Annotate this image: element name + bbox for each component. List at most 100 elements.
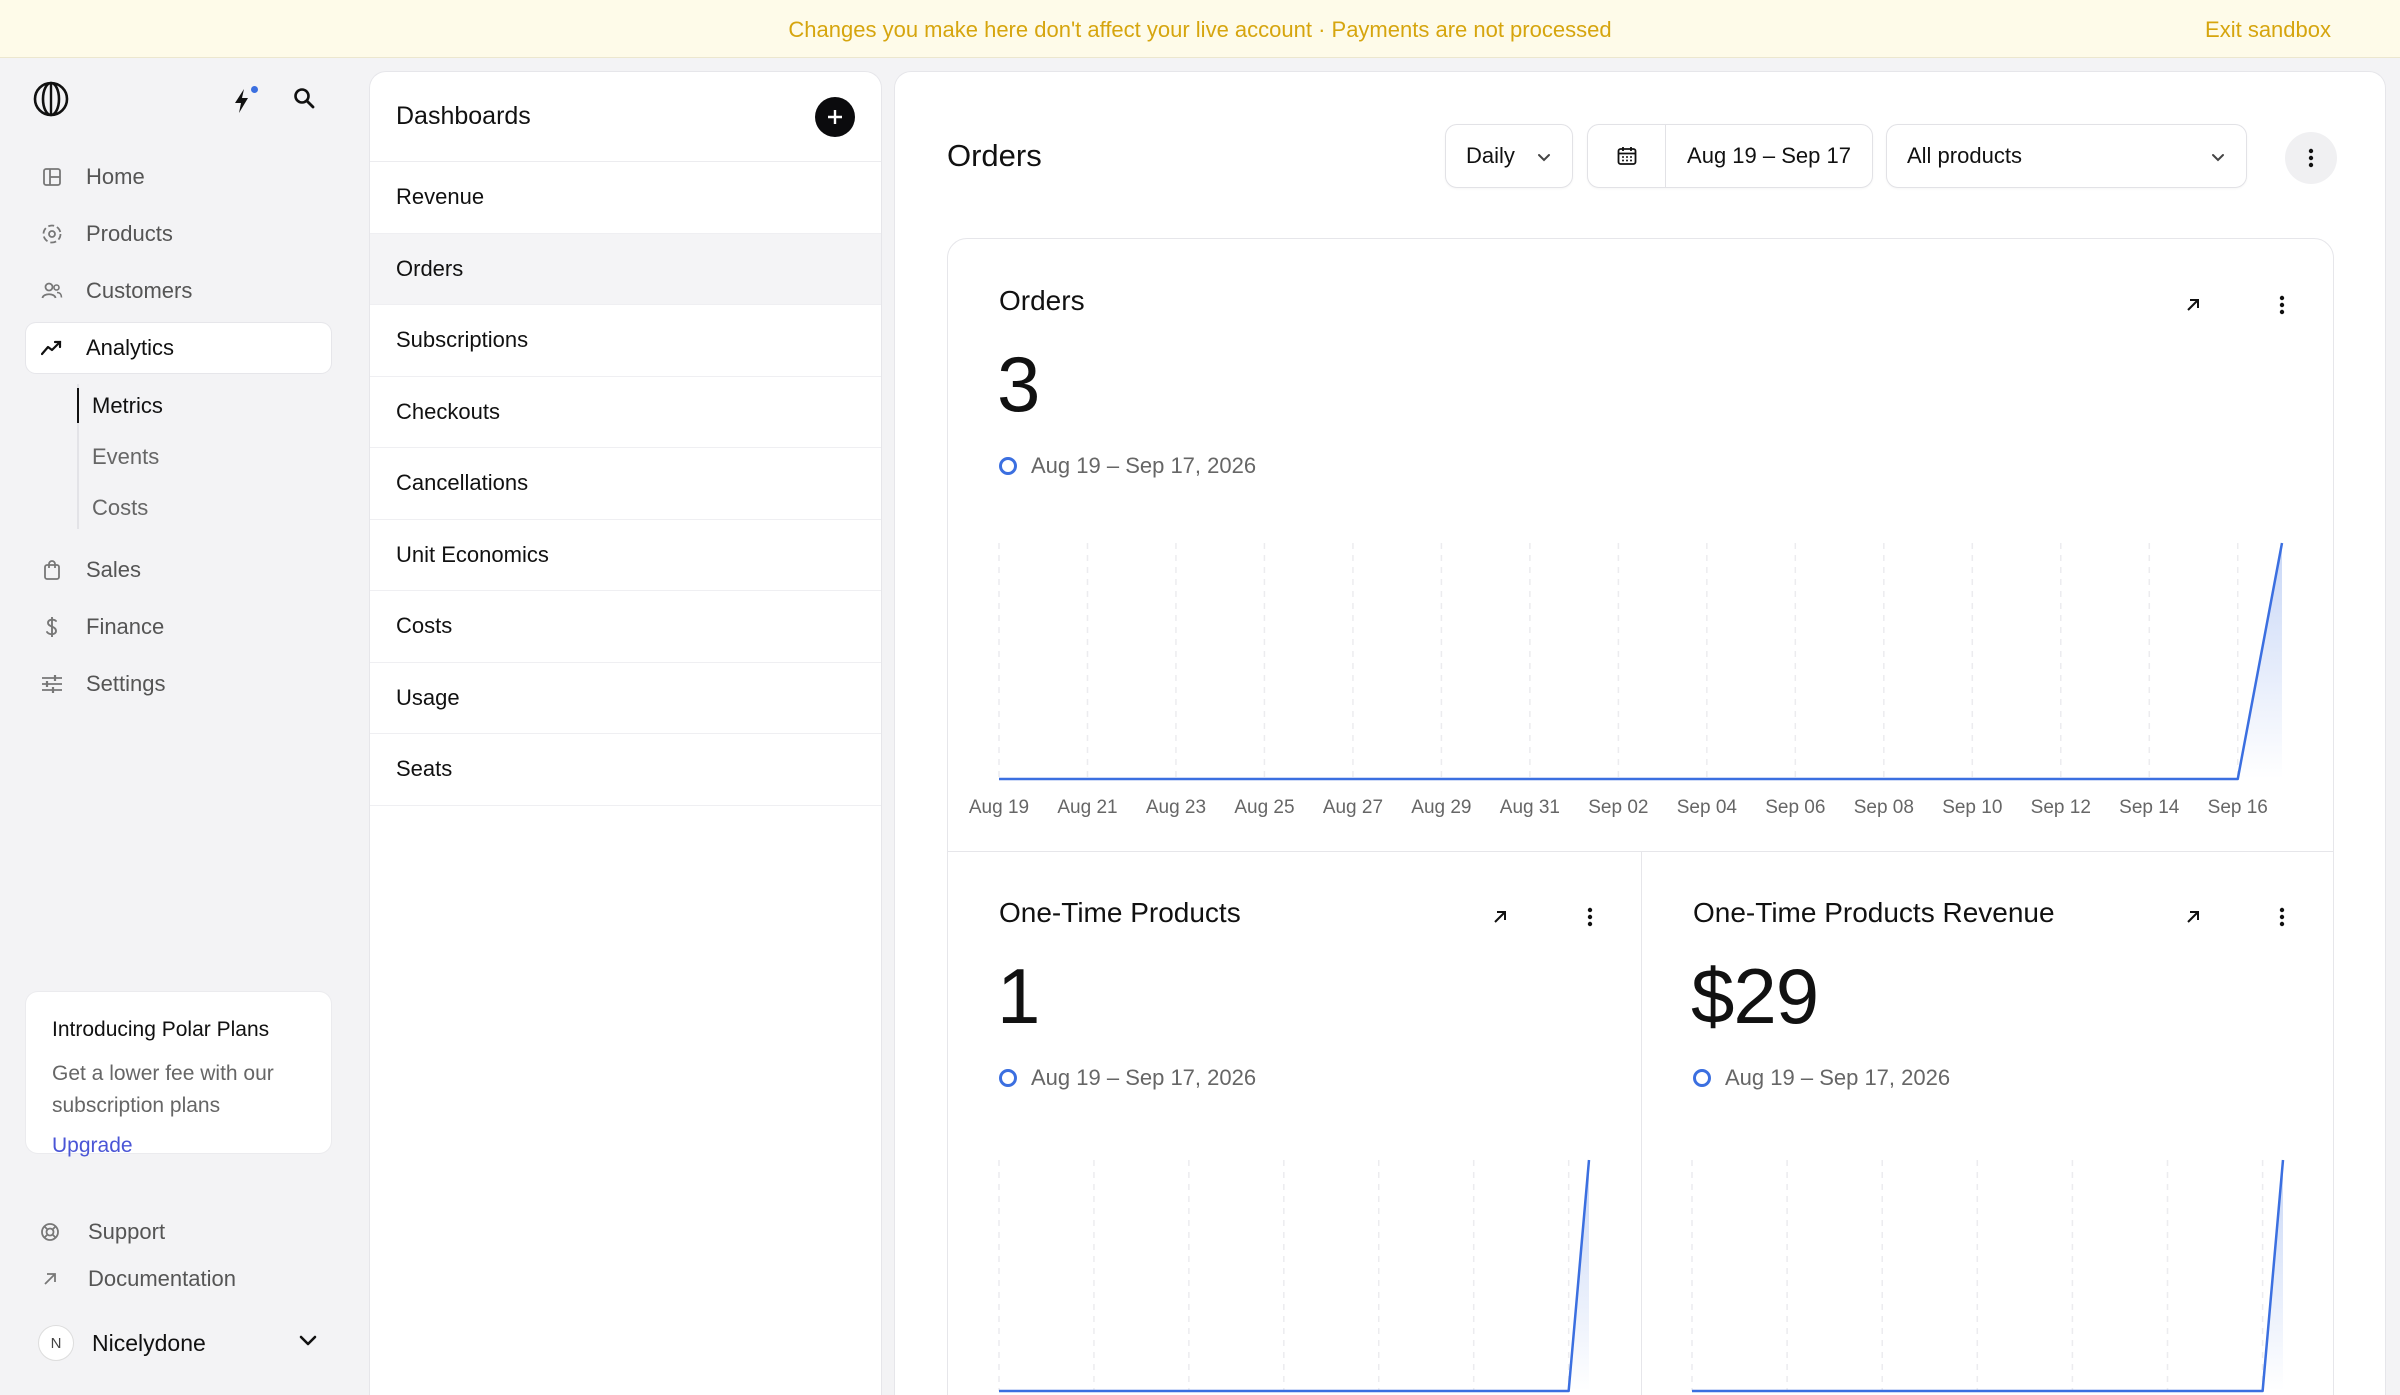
polar-logo-icon[interactable]: [32, 80, 70, 118]
dollar-icon: [40, 615, 64, 639]
sidebar-item-products[interactable]: Products: [26, 209, 331, 259]
x-tick-label: Aug 25: [1234, 797, 1294, 818]
arrow-up-right-icon: [38, 1271, 62, 1287]
chevron-down-icon: [2210, 143, 2226, 169]
bolt-icon[interactable]: [232, 86, 258, 114]
sales-icon: [40, 558, 64, 582]
interval-select[interactable]: Daily: [1445, 124, 1573, 188]
x-tick-label: Sep 04: [1677, 797, 1738, 818]
home-icon: [40, 165, 64, 189]
dashboard-item-orders[interactable]: Orders: [370, 233, 881, 305]
chevron-down-icon: [1536, 143, 1552, 169]
promo-description: Get a lower fee with our subscription pl…: [52, 1062, 274, 1117]
sidebar-item-label: Analytics: [86, 335, 175, 360]
products-icon: [40, 222, 64, 246]
avatar: N: [38, 1325, 74, 1361]
sidebar-footer-links: Support Documentation: [38, 1208, 236, 1302]
chevron-down-icon: [298, 1334, 318, 1352]
series-area: [999, 1160, 1589, 1391]
main-content: Orders Daily Aug 19 – Sep 17 All product…: [895, 72, 2385, 1395]
dashboard-item-usage[interactable]: Usage: [370, 663, 881, 734]
promo-title: Introducing Polar Plans: [52, 1018, 270, 1041]
interval-value: Daily: [1466, 143, 1515, 168]
sidebar-item-label: Settings: [86, 671, 166, 696]
x-tick-label: Sep 14: [2119, 797, 2180, 818]
upgrade-link[interactable]: Upgrade: [52, 1134, 305, 1158]
dashboard-item-seats[interactable]: Seats: [370, 734, 881, 806]
calendar-icon[interactable]: [1588, 125, 1666, 187]
date-range-value: Aug 19 – Sep 17: [1687, 143, 1851, 168]
notification-dot: [251, 86, 258, 93]
one-time-products-card: One-Time Products 1 Aug 19 – Sep 17, 202…: [948, 851, 1641, 1395]
subnav-item-metrics[interactable]: Metrics: [50, 380, 331, 431]
sidebar-item-finance[interactable]: Finance: [26, 602, 331, 652]
product-filter-select[interactable]: All products: [1886, 124, 2247, 188]
dashboard-item-subscriptions[interactable]: Subscriptions: [370, 305, 881, 377]
one-time-products-revenue-chart: [1691, 1159, 2285, 1393]
dashboards-panel: Dashboards Revenue Orders Subscriptions …: [370, 72, 881, 1395]
sidebar-item-customers[interactable]: Customers: [26, 266, 331, 316]
plus-icon: [828, 109, 842, 124]
x-tick-label: Aug 21: [1057, 797, 1117, 818]
settings-icon: [40, 672, 64, 696]
dashboard-item-cancellations[interactable]: Cancellations: [370, 448, 881, 520]
documentation-label: Documentation: [88, 1265, 236, 1291]
account-switcher[interactable]: N Nicelydone: [38, 1321, 318, 1365]
metric-cards: Orders 3 Aug 19 – Sep 17, 2026 Aug 19 Aug…: [947, 238, 2334, 1395]
series-area: [999, 543, 2282, 779]
support-label: Support: [88, 1218, 166, 1244]
polar-plans-promo: Introducing Polar Plans Get a lower fee …: [26, 992, 331, 1157]
one-time-products-chart: [998, 1159, 1591, 1393]
subnav-item-events[interactable]: Events: [50, 431, 331, 482]
lifebuoy-icon: [38, 1222, 62, 1242]
search-icon[interactable]: [292, 86, 320, 114]
series-area: [1692, 1160, 2283, 1391]
x-tick-label: Aug 23: [1146, 797, 1206, 818]
x-tick-label: Aug 27: [1323, 797, 1383, 818]
sidebar-item-label: Home: [86, 164, 145, 189]
series-line: [1692, 1159, 2285, 1393]
analytics-icon: [40, 336, 64, 360]
sidebar-item-label: Products: [86, 221, 173, 246]
dashboards-header: Dashboards: [370, 72, 881, 162]
date-range-picker[interactable]: Aug 19 – Sep 17: [1587, 124, 1873, 188]
series-line: [999, 542, 2284, 781]
x-tick-label: Sep 08: [1854, 797, 1914, 818]
customers-icon: [40, 279, 64, 303]
account-name: Nicelydone: [92, 1329, 206, 1356]
product-filter-value: All products: [1907, 143, 2022, 168]
sidebar-item-label: Customers: [86, 278, 193, 303]
sidebar-item-analytics[interactable]: Analytics: [26, 323, 331, 373]
series-line: [999, 1159, 1591, 1393]
sidebar: Home Products Customers Analytics Metric…: [0, 58, 360, 1395]
x-tick-label: Sep 02: [1588, 797, 1648, 818]
dashboard-item-revenue[interactable]: Revenue: [370, 162, 881, 234]
sidebar-item-label: Finance: [86, 614, 165, 639]
dashboard-item-checkouts[interactable]: Checkouts: [370, 377, 881, 448]
support-link[interactable]: Support: [38, 1208, 236, 1255]
sidebar-item-label: Sales: [86, 557, 142, 582]
sidebar-nav: Home Products Customers Analytics Metric…: [26, 152, 331, 716]
x-tick-label: Sep 10: [1942, 797, 2002, 818]
x-tick-label: Aug 29: [1411, 797, 1471, 818]
sidebar-item-home[interactable]: Home: [26, 152, 331, 202]
more-options-button[interactable]: [2285, 132, 2337, 184]
x-tick-label: Aug 19: [969, 797, 1029, 818]
exit-sandbox-link[interactable]: Exit sandbox: [2205, 17, 2331, 43]
sidebar-item-settings[interactable]: Settings: [26, 659, 331, 709]
dashboards-title: Dashboards: [396, 102, 531, 130]
sandbox-message: Changes you make here don't affect your …: [788, 17, 1612, 42]
orders-card: Orders 3 Aug 19 – Sep 17, 2026 Aug 19 Aug…: [948, 239, 2333, 851]
sidebar-item-sales[interactable]: Sales: [26, 545, 331, 595]
subnav-item-costs[interactable]: Costs: [50, 482, 331, 533]
add-dashboard-button[interactable]: [815, 96, 855, 137]
x-tick-label: Sep 06: [1765, 797, 1825, 818]
sandbox-banner: Changes you make here don't affect your …: [0, 0, 2400, 58]
dashboard-item-unit-economics[interactable]: Unit Economics: [370, 520, 881, 591]
page-title: Orders: [947, 138, 1042, 173]
dashboard-item-costs[interactable]: Costs: [370, 591, 881, 663]
orders-chart: Aug 19 Aug 21 Aug 23 Aug 25 Aug 27 Aug 29 Aug …: [969, 542, 2284, 818]
x-tick-label: Sep 16: [2208, 797, 2268, 818]
kebab-icon: [2308, 148, 2314, 168]
documentation-link[interactable]: Documentation: [38, 1255, 236, 1302]
